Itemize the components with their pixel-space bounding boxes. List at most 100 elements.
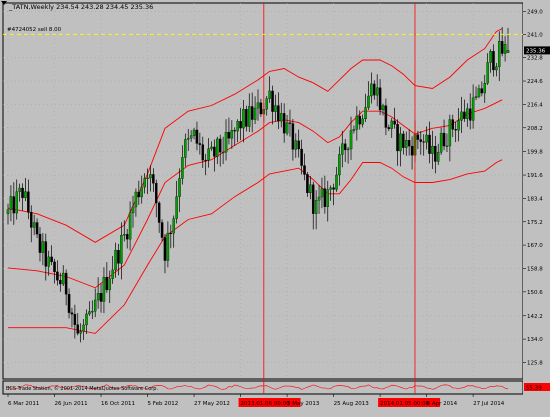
price-chart[interactable]: 249.0 241.0 232.8 224.6 216.4 208.2 199.8 191.6… <box>0 0 550 413</box>
candle-body <box>38 233 42 253</box>
y-tick-label: 224.6 <box>527 79 543 85</box>
candle-body <box>213 146 216 157</box>
candle-body <box>172 218 175 234</box>
candle-body <box>221 151 225 154</box>
candle-body <box>370 83 373 97</box>
candle-body <box>56 271 59 281</box>
candle-body <box>93 299 97 312</box>
candle-body <box>108 278 111 291</box>
y-tick-label: 183.4 <box>527 196 543 202</box>
candle-body <box>236 121 239 132</box>
candle-body <box>309 184 312 194</box>
candle-body <box>27 191 30 213</box>
candle-body <box>70 312 74 315</box>
candle-body <box>352 129 356 131</box>
candle-body <box>250 106 254 120</box>
candle-body <box>498 41 501 67</box>
candle-body <box>178 178 181 197</box>
indicator-label: BCS Trade Station, © 2001-2014 MetaQuote… <box>6 385 158 392</box>
candle-body <box>216 138 219 157</box>
candle-body <box>460 111 463 121</box>
candle-body <box>128 212 132 240</box>
candle-body <box>207 148 210 161</box>
candle-body <box>160 222 164 238</box>
y-tick-label: 216.4 <box>527 102 543 108</box>
candle-body <box>105 276 109 291</box>
candle-body <box>367 95 370 108</box>
candle-body <box>483 83 486 94</box>
candle-body <box>15 191 18 214</box>
candle-body <box>489 51 492 63</box>
candle-body <box>343 143 347 151</box>
candle-body <box>184 139 187 158</box>
candle-body <box>390 120 393 129</box>
x-tick-label: 2014.01.05 00:00 <box>380 401 430 407</box>
candle-body <box>349 130 353 150</box>
y-tick-label: 249.0 <box>527 10 543 16</box>
candle-body <box>79 331 82 334</box>
indicator-value: 55.39 <box>526 386 542 392</box>
candle-body <box>253 107 257 120</box>
candle-body <box>152 174 155 184</box>
y-tick-label: 208.2 <box>527 126 543 132</box>
x-tick-label: 6 Apr 2014 <box>427 401 458 407</box>
candle-body <box>30 212 33 228</box>
candle-body <box>288 122 292 124</box>
candle-body <box>428 134 431 154</box>
candle-body <box>448 119 452 147</box>
candle-body <box>311 184 315 214</box>
candle-body <box>268 90 271 99</box>
candle-body <box>492 51 495 71</box>
candle-body <box>166 232 170 261</box>
candle-body <box>192 129 196 136</box>
candle-body <box>294 140 298 150</box>
y-tick-label: 134.0 <box>527 337 543 343</box>
candle-body <box>32 222 36 228</box>
candle-body <box>18 187 21 192</box>
candle-body <box>24 191 27 198</box>
candle-body <box>335 174 338 190</box>
candle-body <box>393 120 396 125</box>
candle-body <box>259 102 263 115</box>
candle-body <box>410 145 414 156</box>
candle-body <box>271 90 274 112</box>
y-tick-label: 199.8 <box>527 150 543 156</box>
candle-body <box>102 276 106 302</box>
candle-body <box>143 178 146 188</box>
candle-body <box>67 294 71 313</box>
candle-body <box>277 105 280 122</box>
y-tick-label: 167.0 <box>527 243 543 249</box>
candle-body <box>422 141 425 143</box>
candle-body <box>85 313 88 326</box>
candle-body <box>21 187 24 198</box>
x-tick-label: 5 Feb 2012 <box>148 401 179 407</box>
candle-body <box>457 120 460 131</box>
candle-body <box>500 41 504 54</box>
candle-body <box>425 134 428 143</box>
candle-body <box>306 174 309 194</box>
candle-body <box>399 133 402 152</box>
candle-body <box>47 256 50 267</box>
candle-body <box>419 139 423 142</box>
x-tick-label: 25 Aug 2013 <box>334 401 370 407</box>
candle-body <box>204 159 207 162</box>
candle-body <box>189 135 193 139</box>
candle-body <box>242 109 245 129</box>
order-label[interactable]: #4724052 sell 8.00 <box>7 27 62 33</box>
candle-body <box>303 165 306 175</box>
candle-body <box>64 272 68 295</box>
candle-body <box>155 183 158 204</box>
candle-body <box>375 87 379 96</box>
candle-body <box>149 174 152 179</box>
candle-body <box>332 187 335 190</box>
candle-body <box>282 113 286 134</box>
candle-body <box>274 105 277 112</box>
candle-body <box>248 106 251 127</box>
candle-body <box>454 129 457 131</box>
candle-body <box>373 83 376 96</box>
candle-body <box>35 222 39 235</box>
candle-body <box>186 138 190 140</box>
y-tick-label: 232.8 <box>527 56 543 62</box>
candle-body <box>480 88 484 94</box>
candle-body <box>12 196 16 214</box>
